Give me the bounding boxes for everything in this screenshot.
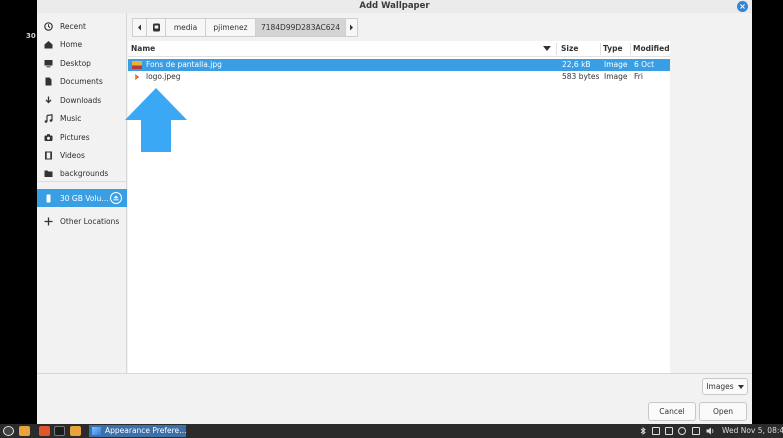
drive-icon — [152, 23, 160, 32]
sidebar-item-documents[interactable]: Documents — [37, 72, 127, 90]
sidebar-item-recent[interactable]: Recent — [37, 17, 127, 35]
cancel-button[interactable]: Cancel — [648, 402, 696, 421]
files-icon[interactable] — [19, 426, 30, 436]
sidebar-item-downloads[interactable]: Downloads — [37, 91, 127, 109]
file-type: Image — [604, 60, 628, 69]
volume-icon[interactable] — [706, 427, 714, 435]
sidebar-item-label: Home — [60, 39, 83, 49]
sidebar-item-label: 30 GB Volu… — [60, 193, 109, 203]
sidebar-item-label: Desktop — [60, 58, 91, 68]
update-icon[interactable] — [678, 427, 686, 435]
column-name[interactable]: Name — [128, 41, 558, 57]
eject-button[interactable] — [110, 192, 122, 204]
path-segment-current[interactable]: 7184D99D283AC624 — [255, 18, 345, 37]
sidebar-item-music[interactable]: Music — [37, 109, 127, 127]
drive-icon — [44, 194, 53, 203]
sidebar-item-other-locations[interactable]: Other Locations — [37, 212, 127, 230]
path-segment-user[interactable]: pjimenez — [205, 18, 255, 37]
home-icon — [44, 40, 53, 49]
appearance-icon — [92, 427, 101, 435]
close-button[interactable]: × — [737, 1, 748, 12]
image-file-icon — [135, 74, 139, 80]
chevron-right-icon — [350, 24, 353, 31]
path-segment-media[interactable]: media — [165, 18, 205, 37]
film-icon — [44, 151, 53, 160]
column-divider — [556, 43, 557, 55]
display-icon[interactable] — [692, 427, 700, 435]
sidebar-item-backgrounds[interactable]: backgrounds — [37, 164, 127, 182]
folder-icon — [44, 169, 53, 178]
menu-icon[interactable] — [3, 426, 14, 436]
clock[interactable]: Wed Nov 5, 08:4 — [722, 424, 783, 438]
sidebar-item-videos[interactable]: Videos — [37, 146, 127, 164]
path-bar: media pjimenez 7184D99D283AC624 — [132, 18, 358, 37]
file-chooser-dialog: Add Wallpaper × Recent Home Desktop Docu… — [37, 0, 752, 424]
desktop-icon — [44, 59, 53, 68]
taskbar: Appearance Prefere… Wed Nov 5, 08:4 — [0, 424, 783, 438]
clipboard-icon[interactable] — [652, 427, 660, 435]
dialog-footer: Images Cancel Open — [37, 373, 752, 424]
file-modified: 6 Oct — [634, 60, 655, 69]
dialog-title: Add Wallpaper — [359, 1, 430, 11]
path-forward-button[interactable] — [345, 18, 358, 37]
pointer-arrow-icon — [125, 88, 187, 152]
sidebar-item-label: Videos — [60, 150, 85, 160]
eject-icon — [113, 195, 119, 201]
file-name: Fons de pantalla.jpg — [146, 60, 222, 69]
download-icon — [44, 96, 53, 105]
sidebar-item-desktop[interactable]: Desktop — [37, 54, 127, 72]
folder-icon[interactable] — [70, 426, 81, 436]
chevron-down-icon — [737, 384, 744, 389]
titlebar: Add Wallpaper × — [37, 0, 752, 13]
sort-descending-icon[interactable] — [543, 46, 551, 51]
document-icon — [44, 77, 53, 86]
column-size[interactable]: Size — [558, 41, 600, 57]
column-type[interactable]: Type — [600, 41, 630, 57]
ubuntu-software-icon[interactable] — [39, 426, 50, 436]
sidebar-item-pictures[interactable]: Pictures — [37, 128, 127, 146]
file-modified: Fri — [634, 72, 643, 81]
path-root-button[interactable] — [146, 18, 165, 37]
terminal-icon[interactable] — [54, 426, 65, 436]
file-name: logo.jpeg — [146, 72, 181, 81]
taskbar-item-label: Appearance Prefere… — [105, 426, 186, 435]
sidebar-item-label: Music — [60, 113, 82, 123]
sidebar-separator — [37, 181, 127, 182]
column-modified[interactable]: Modified — [630, 41, 670, 57]
sidebar-item-label: Other Locations — [60, 216, 120, 226]
sidebar-item-label: Recent — [60, 21, 86, 31]
plus-icon — [44, 217, 53, 226]
sidebar-item-home[interactable]: Home — [37, 35, 127, 53]
desktop-label: 30 — [26, 32, 36, 40]
sidebar-item-label: Documents — [60, 76, 103, 86]
file-list[interactable]: Name Size Type Modified Fons de pantalla… — [128, 41, 670, 373]
sidebar-item-label: Pictures — [60, 132, 90, 142]
file-size: 583 bytes — [562, 72, 600, 81]
file-row[interactable]: logo.jpeg 583 bytes Image Fri — [128, 71, 670, 83]
bluetooth-icon[interactable] — [639, 427, 647, 435]
sidebar-item-label: backgrounds — [60, 168, 109, 178]
image-file-icon — [132, 61, 142, 69]
open-button[interactable]: Open — [699, 402, 747, 421]
camera-icon — [44, 133, 53, 142]
close-icon: × — [739, 2, 746, 11]
music-icon — [44, 113, 53, 123]
sidebar-item-volume[interactable]: 30 GB Volu… — [37, 189, 127, 207]
clock-icon — [44, 21, 53, 31]
sidebar-item-label: Downloads — [60, 95, 102, 105]
file-type-filter[interactable]: Images — [702, 378, 748, 395]
taskbar-item-appearance[interactable]: Appearance Prefere… — [89, 425, 186, 437]
file-size: 22,6 kB — [562, 60, 591, 69]
keyboard-icon[interactable] — [665, 427, 673, 435]
chevron-left-icon — [138, 24, 141, 31]
path-back-button[interactable] — [132, 18, 146, 37]
places-sidebar: Recent Home Desktop Documents Downloads … — [37, 13, 127, 373]
file-row[interactable]: Fons de pantalla.jpg 22,6 kB Image 6 Oct — [128, 59, 670, 71]
file-type: Image — [604, 72, 628, 81]
column-headers: Name Size Type Modified — [128, 41, 670, 57]
filter-label: Images — [706, 382, 734, 391]
